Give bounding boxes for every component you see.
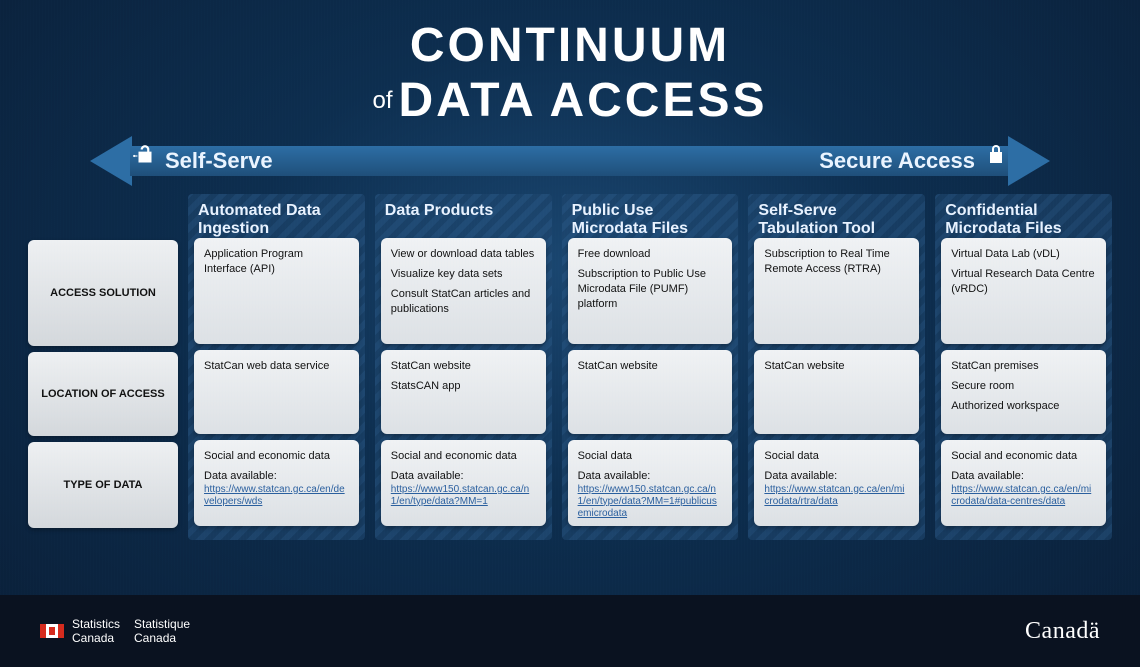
canada-wordmark: Canadä xyxy=(1025,618,1100,645)
continuum-arrow: Self-Serve Secure Access xyxy=(90,136,1050,186)
arrow-right-label: Secure Access xyxy=(819,148,975,174)
unlocked-icon xyxy=(132,143,158,174)
locked-icon xyxy=(984,143,1008,172)
canada-flag-icon xyxy=(40,624,64,638)
arrow-left-label: Self-Serve xyxy=(165,148,273,174)
statcan-en: Statistics Canada xyxy=(72,617,120,645)
footer: Statistics Canada Statistique Canada Can… xyxy=(0,595,1140,667)
statcan-signature: Statistics Canada Statistique Canada xyxy=(40,617,190,645)
statcan-fr: Statistique Canada xyxy=(134,617,190,645)
